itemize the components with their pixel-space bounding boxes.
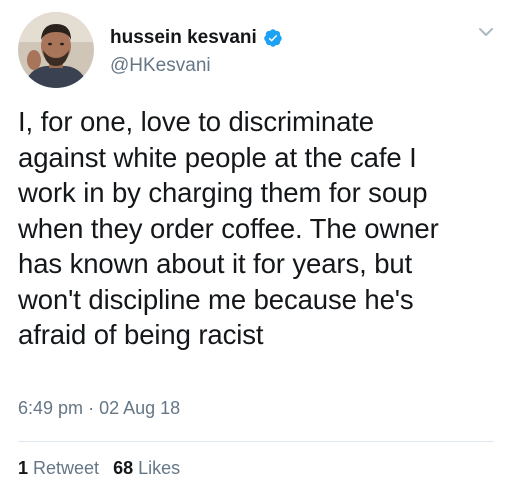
timestamp-separator: · bbox=[88, 398, 95, 418]
tweet-text-line: won't discipline me because he's bbox=[18, 283, 414, 315]
author-display-name[interactable]: hussein kesvani bbox=[110, 27, 257, 49]
likes-label: Likes bbox=[138, 458, 181, 478]
retweets-label: Retweet bbox=[33, 458, 100, 478]
tweet-text: I, for one, love to discriminate against… bbox=[18, 104, 508, 353]
author-handle[interactable]: @HKesvani bbox=[110, 55, 211, 77]
tweet-text-line: against white people at the cafe I bbox=[18, 141, 417, 173]
tweet-time: 6:49 pm bbox=[18, 398, 84, 418]
tweet-text-line: afraid of being racist bbox=[18, 319, 264, 350]
tweet-text-line: has known about it for years, but bbox=[18, 248, 413, 279]
tweet-text-line: when they order coffee. The owner bbox=[18, 212, 439, 244]
likes-stat[interactable]: 68 Likes bbox=[113, 458, 180, 479]
likes-count: 68 bbox=[113, 458, 134, 478]
tweet-date: 02 Aug 18 bbox=[99, 398, 181, 418]
tweet-stats: 1 Retweet 68 Likes bbox=[18, 458, 194, 479]
tweet-text-line: I, for one, love to discriminate bbox=[18, 106, 374, 137]
avatar[interactable] bbox=[18, 12, 94, 88]
verified-badge-icon bbox=[263, 28, 283, 48]
retweets-stat[interactable]: 1 Retweet bbox=[18, 458, 99, 479]
tweet-text-line: work in by charging them for soup bbox=[18, 177, 428, 208]
divider bbox=[18, 441, 494, 442]
tweet-card: hussein kesvani @HKesvani I, for one, lo… bbox=[0, 0, 512, 486]
chevron-down-icon[interactable] bbox=[476, 22, 496, 42]
author-name-row: hussein kesvani bbox=[110, 24, 283, 52]
retweets-count: 1 bbox=[18, 458, 29, 478]
tweet-timestamp[interactable]: 6:49 pm · 02 Aug 18 bbox=[18, 398, 180, 419]
